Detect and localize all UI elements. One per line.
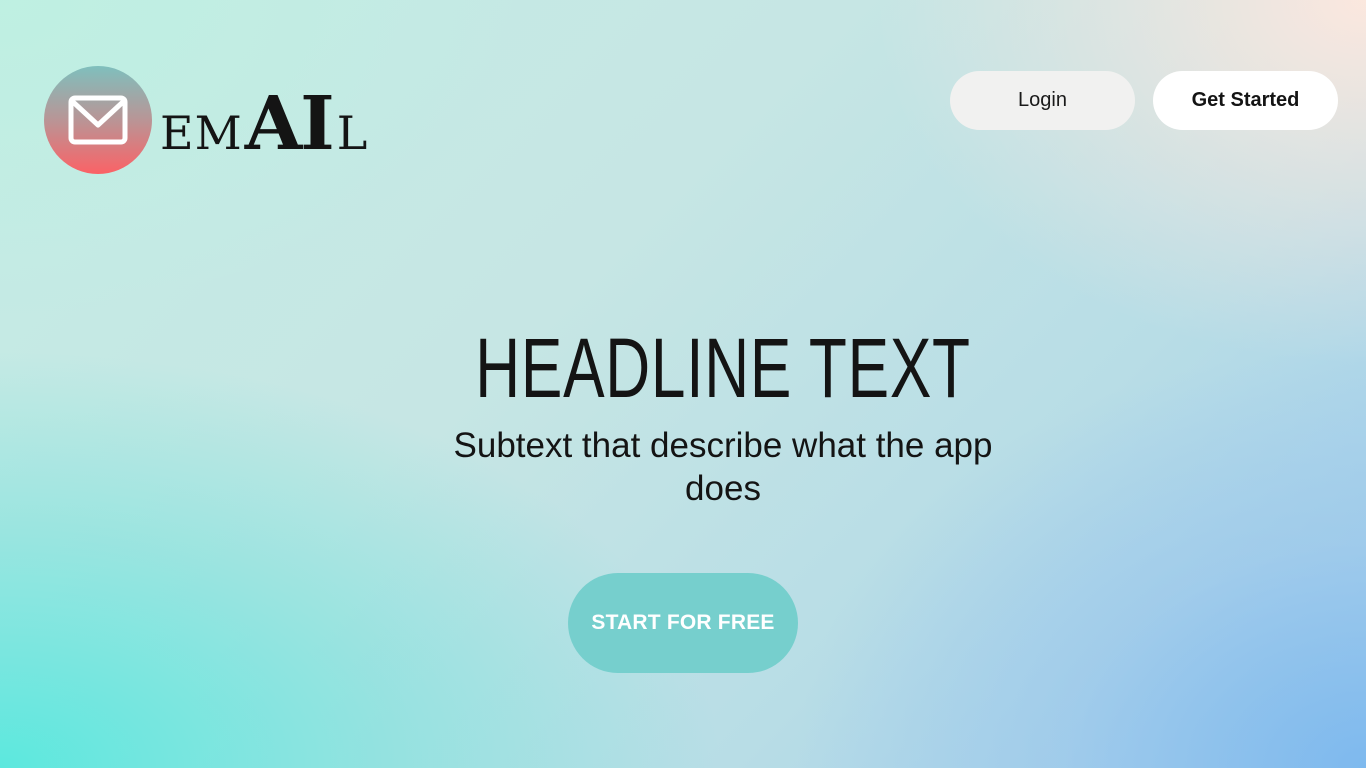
hero-subtext: Subtext that describe what the app does — [453, 426, 993, 508]
start-for-free-button[interactable]: START FOR FREE — [568, 573, 798, 673]
logo-wordmark-prefix: EM — [160, 106, 243, 160]
brand-logo[interactable]: EM AI L — [44, 66, 367, 174]
login-button[interactable]: Login — [950, 71, 1135, 130]
logo-wordmark: EM AI L — [160, 87, 367, 161]
logo-badge — [44, 66, 152, 174]
logo-wordmark-suffix: L — [336, 106, 368, 160]
logo-wordmark-ai: AI — [244, 81, 335, 167]
envelope-icon — [68, 95, 128, 145]
get-started-button[interactable]: Get Started — [1153, 71, 1338, 130]
hero-headline: HEADLINE TEXT — [475, 321, 971, 415]
